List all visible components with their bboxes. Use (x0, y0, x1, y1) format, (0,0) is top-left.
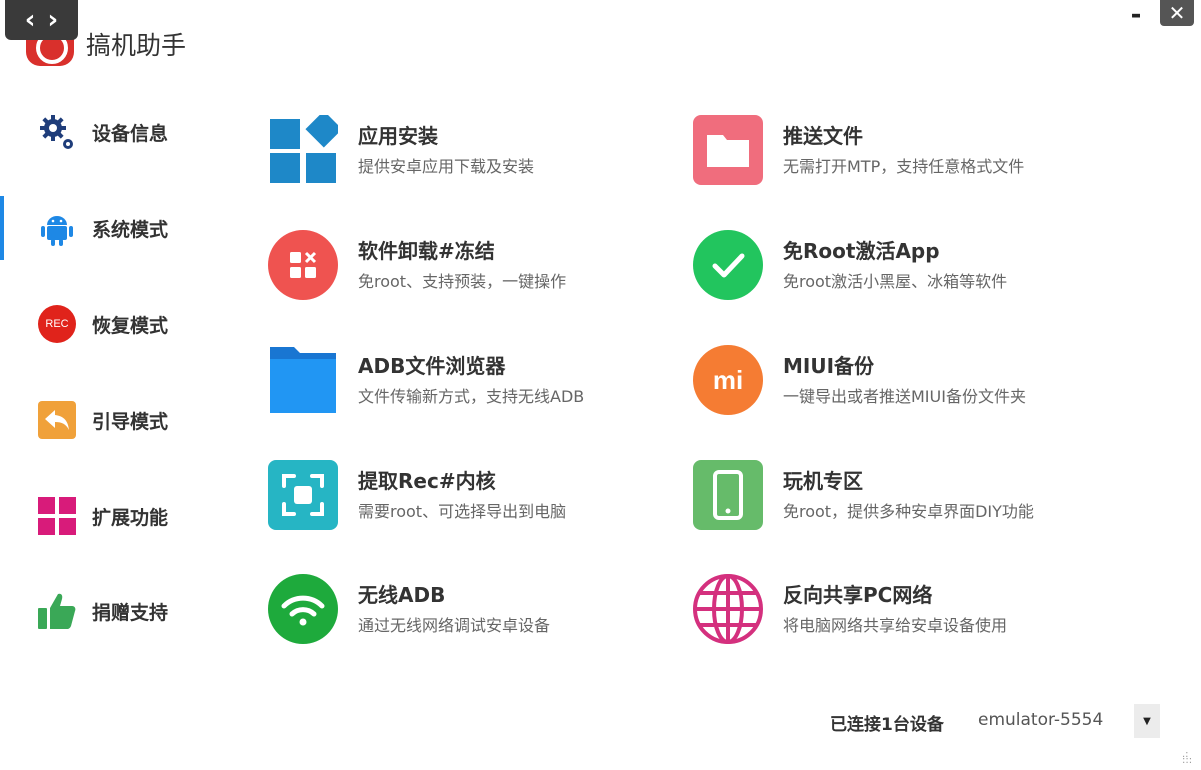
sidebar-item-boot-mode[interactable]: 引导模式 (36, 398, 168, 442)
sidebar-item-label: 捐赠支持 (92, 601, 169, 624)
feature-title: 提取Rec#内核 (358, 469, 496, 493)
feature-uninstall-freeze[interactable]: 软件卸载#冻结 免root、支持预装，一键操作 (268, 229, 566, 301)
sidebar-item-donate[interactable]: 捐赠支持 (36, 589, 168, 633)
feature-title: 应用安装 (358, 124, 438, 148)
feature-miui-backup[interactable]: mi MIUI备份 一键导出或者推送MIUI备份文件夹 (693, 344, 1026, 416)
feature-adb-file-browser[interactable]: ADB文件浏览器 文件传输新方式，支持无线ADB (268, 344, 584, 416)
gear-icon (36, 111, 78, 153)
sidebar-item-label: 设备信息 (92, 122, 169, 145)
grid-icon (36, 495, 78, 537)
globe-icon (693, 574, 763, 644)
feature-desc: 无需打开MTP，支持任意格式文件 (783, 157, 1025, 176)
feature-desc: 通过无线网络调试安卓设备 (358, 616, 551, 635)
sidebar-item-label: 系统模式 (92, 218, 169, 241)
back-arrow-icon[interactable]: ‹ (25, 7, 36, 33)
sidebar-item-device-info[interactable]: 设备信息 (36, 110, 168, 154)
feature-title: 反向共享PC网络 (783, 583, 933, 607)
app-title: 搞机助手 (86, 31, 187, 60)
rec-icon: REC (36, 303, 78, 345)
feature-title: 玩机专区 (783, 469, 863, 493)
minimize-button[interactable]: - (1128, 0, 1144, 30)
android-icon (36, 207, 78, 249)
sidebar-item-label: 恢复模式 (92, 314, 169, 337)
sidebar-item-label: 扩展功能 (92, 506, 169, 529)
feature-title: 无线ADB (358, 583, 446, 607)
sidebar-item-recovery-mode[interactable]: REC 恢复模式 (36, 302, 168, 346)
feature-title: 推送文件 (783, 124, 863, 148)
wifi-icon (268, 574, 338, 644)
phone-icon (693, 460, 763, 530)
feature-reverse-share-network[interactable]: 反向共享PC网络 将电脑网络共享给安卓设备使用 (693, 573, 1007, 645)
feature-play-zone[interactable]: 玩机专区 免root，提供多种安卓界面DIY功能 (693, 459, 1034, 531)
feature-title: 免Root激活App (783, 239, 940, 263)
forward-arrow-icon[interactable]: › (48, 7, 59, 33)
feature-title: ADB文件浏览器 (358, 354, 506, 378)
close-icon: ✕ (1168, 1, 1186, 25)
thumbs-up-icon (36, 590, 78, 632)
feature-desc: 文件传输新方式，支持无线ADB (358, 387, 585, 406)
feature-desc: 免root，提供多种安卓界面DIY功能 (783, 502, 1034, 521)
connection-status: 已连接1台设备 (830, 715, 944, 735)
device-dropdown-button[interactable]: ▼ (1134, 704, 1160, 738)
feature-desc: 免root激活小黑屋、冰箱等软件 (783, 272, 1008, 291)
sidebar-item-extensions[interactable]: 扩展功能 (36, 494, 168, 538)
feature-app-install[interactable]: 应用安装 提供安卓应用下载及安装 (268, 114, 534, 186)
device-select[interactable]: emulator-5554 (978, 710, 1103, 730)
sidebar-item-system-mode[interactable]: 系统模式 (36, 206, 168, 250)
caret-down-icon: ▼ (1143, 715, 1151, 727)
sidebar-active-indicator (0, 196, 4, 260)
feature-desc: 需要root、可选择导出到电脑 (358, 502, 567, 521)
feature-wireless-adb[interactable]: 无线ADB 通过无线网络调试安卓设备 (268, 573, 550, 645)
resize-grip-icon[interactable]: .:::: (1182, 750, 1196, 766)
sidebar-item-label: 引导模式 (92, 410, 169, 433)
close-button[interactable]: ✕ (1160, 0, 1194, 26)
feature-push-file[interactable]: 推送文件 无需打开MTP，支持任意格式文件 (693, 114, 1024, 186)
uninstall-icon (268, 230, 338, 300)
nav-arrows: ‹ › (5, 0, 78, 40)
reply-arrow-icon (36, 399, 78, 441)
feature-desc: 免root、支持预装，一键操作 (358, 272, 567, 291)
folder-icon (693, 115, 763, 185)
feature-title: MIUI备份 (783, 354, 875, 378)
feature-extract-rec-kernel[interactable]: 提取Rec#内核 需要root、可选择导出到电脑 (268, 459, 566, 531)
folder-browser-icon (268, 345, 338, 415)
feature-desc: 将电脑网络共享给安卓设备使用 (783, 616, 1008, 635)
screenshot-icon (268, 460, 338, 530)
mi-icon: mi (693, 345, 763, 415)
feature-title: 软件卸载#冻结 (358, 239, 495, 263)
feature-root-free-activate[interactable]: 免Root激活App 免root激活小黑屋、冰箱等软件 (693, 229, 1007, 301)
check-icon (693, 230, 763, 300)
feature-desc: 提供安卓应用下载及安装 (358, 157, 535, 176)
app-grid-icon (268, 115, 338, 185)
feature-desc: 一键导出或者推送MIUI备份文件夹 (783, 387, 1026, 406)
